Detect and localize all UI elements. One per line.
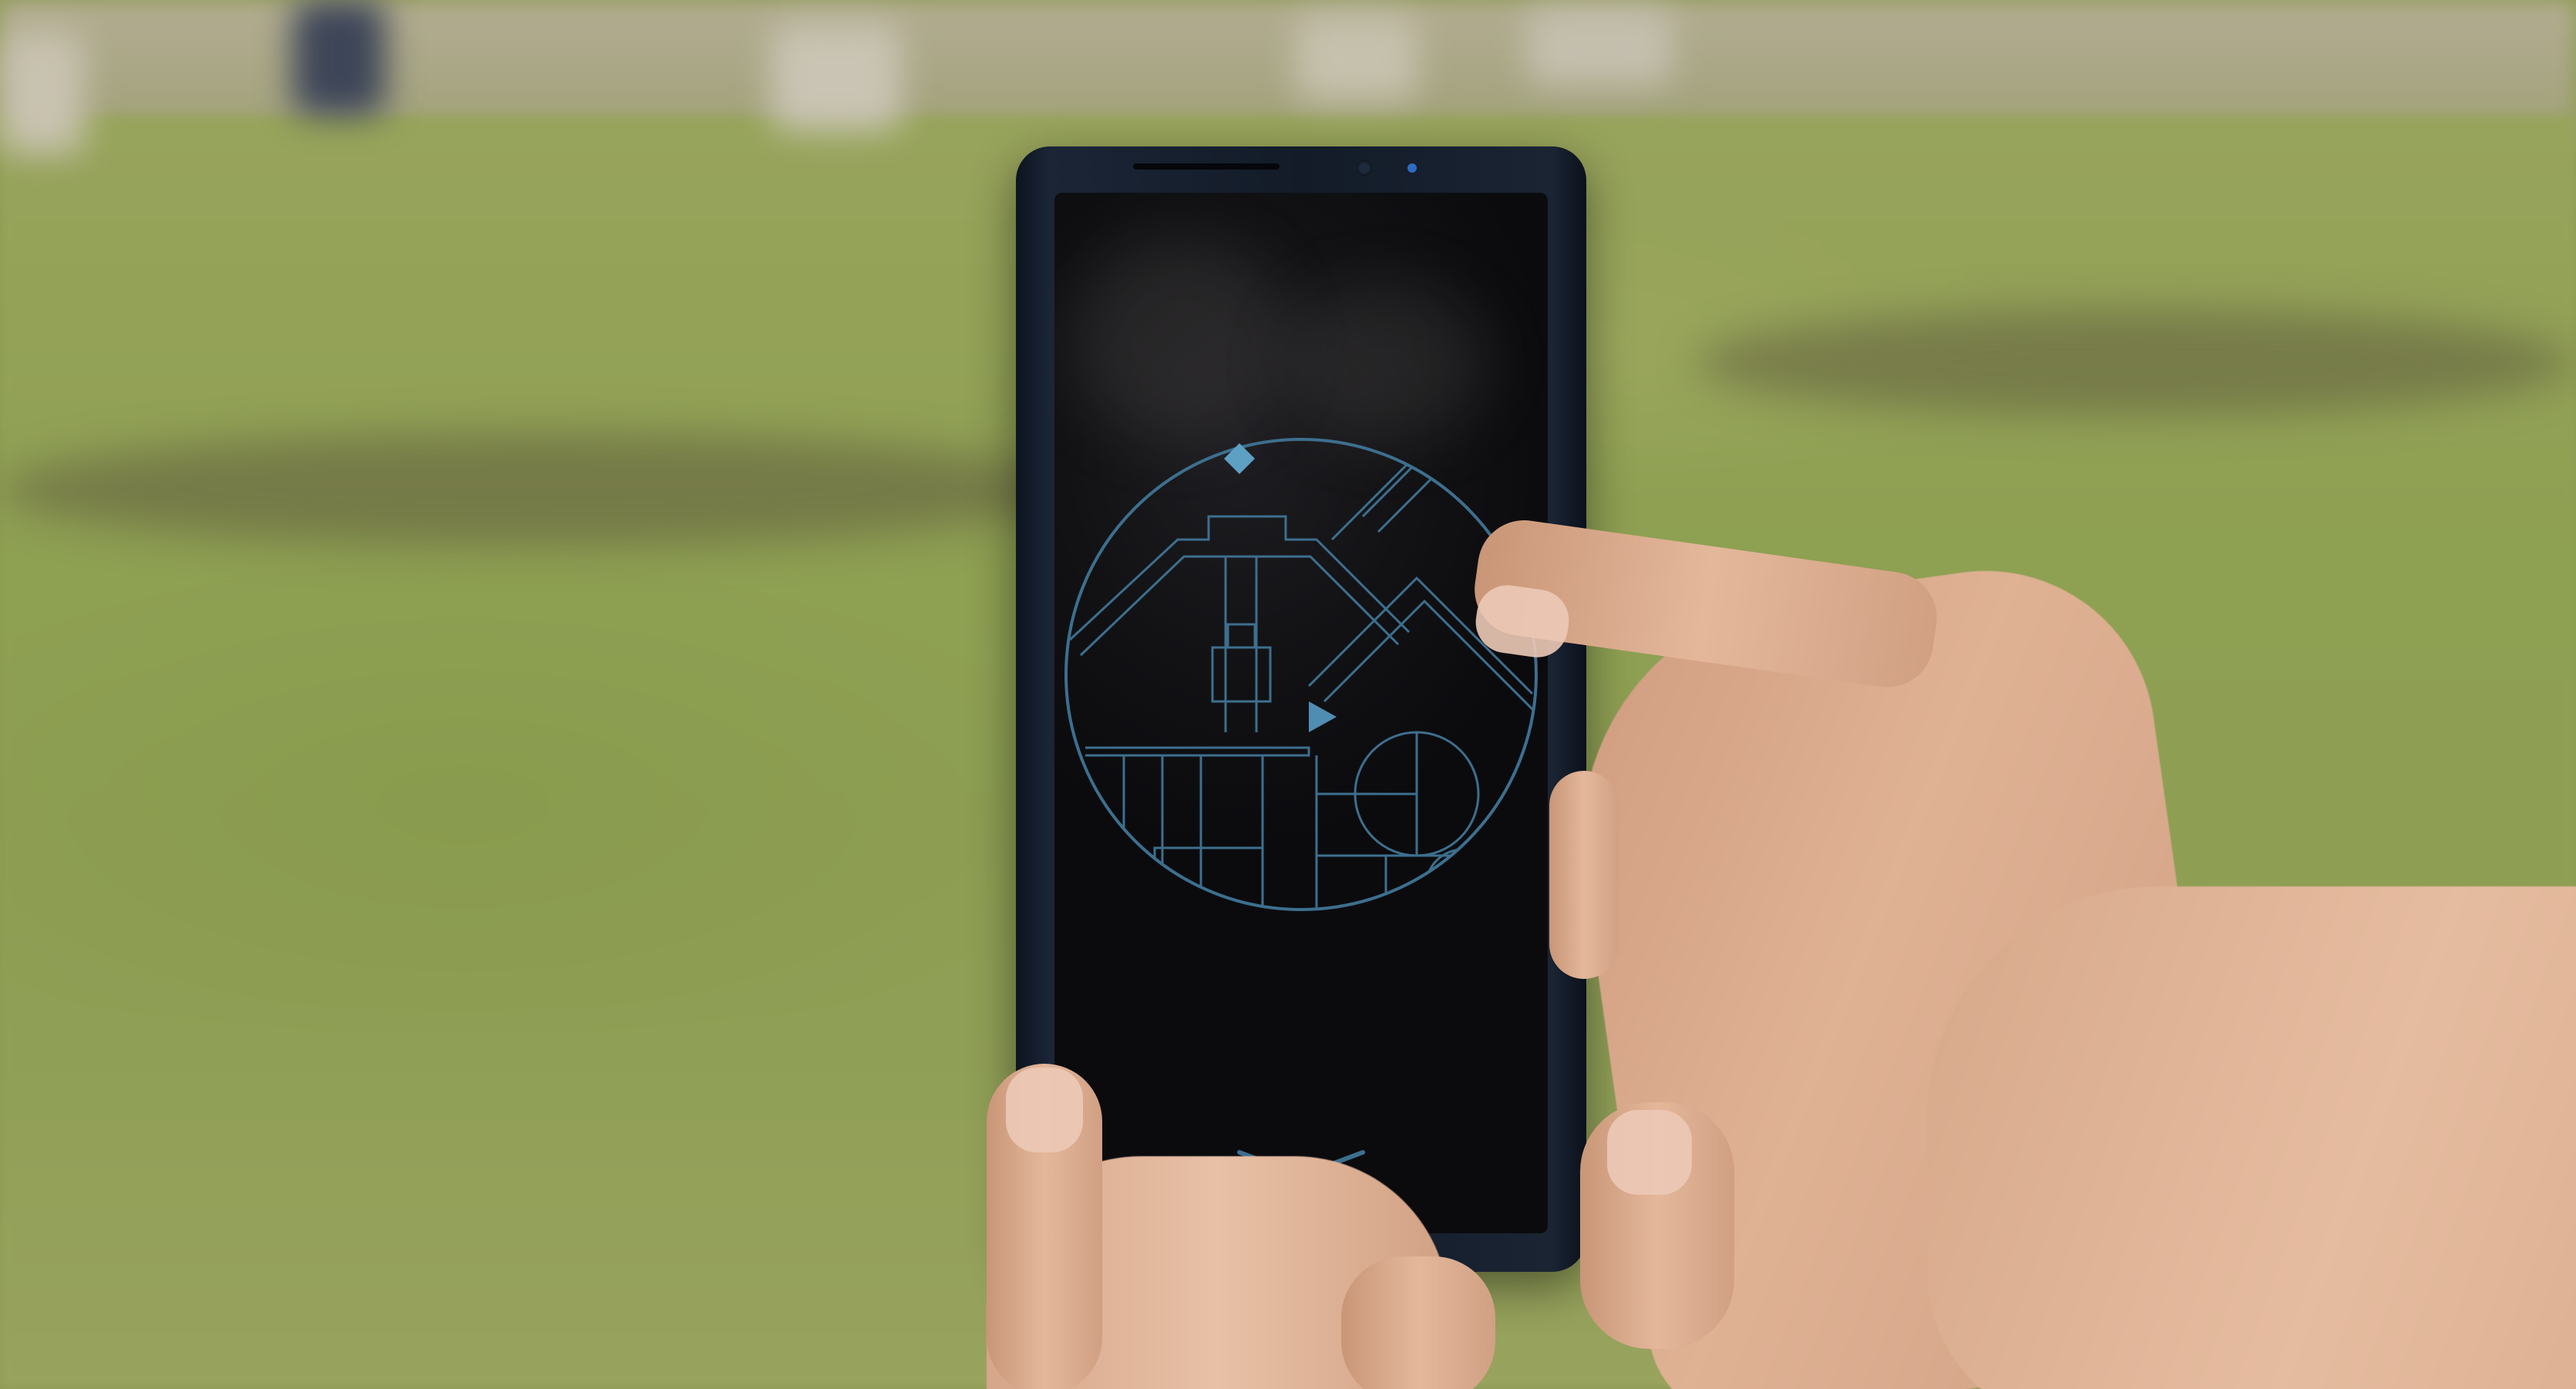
- front-camera-icon: [1357, 160, 1372, 176]
- background-block: [771, 23, 902, 131]
- sensor-icon: [1407, 163, 1417, 173]
- triangle-icon[interactable]: [1309, 701, 1337, 732]
- phone-speaker: [1133, 163, 1280, 170]
- right-lower-nail: [1607, 1110, 1692, 1195]
- photo-scene: [0, 0, 2576, 1389]
- map-boundary-circle: [1064, 438, 1538, 911]
- dirt-patch: [0, 432, 1079, 547]
- background-block: [1526, 8, 1673, 85]
- background-post: [293, 0, 385, 116]
- smartphone: [1016, 146, 1586, 1272]
- floor-plan-map[interactable]: [1054, 193, 1548, 1233]
- left-thumb-nail: [1006, 1068, 1083, 1152]
- diamond-icon: [1224, 443, 1255, 474]
- right-wrist: [1927, 886, 2576, 1389]
- floor-plan-lines: [1068, 439, 1536, 910]
- phone-screen[interactable]: [1054, 193, 1548, 1233]
- dirt-patch: [1696, 308, 2574, 416]
- left-finger: [1341, 1256, 1495, 1389]
- background-block: [0, 31, 85, 154]
- right-index-finger: [1549, 771, 1619, 979]
- background-block: [1295, 15, 1418, 100]
